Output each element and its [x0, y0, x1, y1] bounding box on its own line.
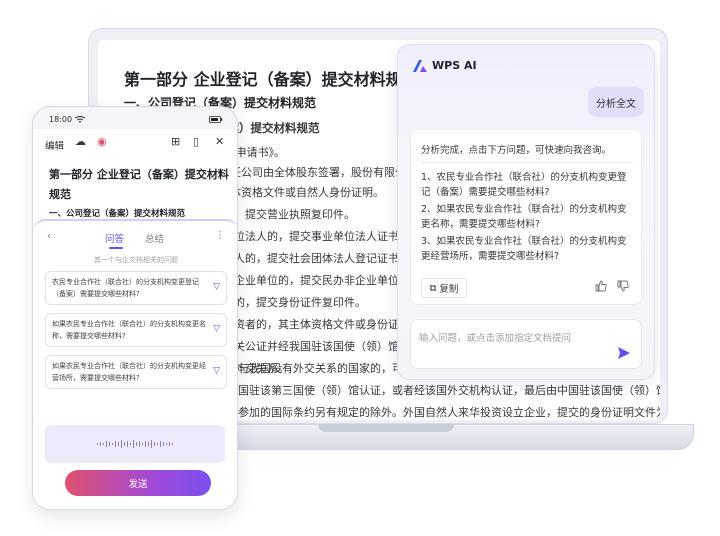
more-icon[interactable]: ⋮ [215, 230, 225, 241]
wps-ai-panel: WPS AI 分析全文 分析完成，点击下方问题，可快速向我咨询。 1、农民专业合… [397, 44, 655, 380]
phone-question-text: 如果农民专业合作社（联合社）的分支机构变更经营场所，需要提交哪些材料? [52, 362, 206, 382]
voice-waveform-icon [97, 440, 173, 448]
chevron-down-icon: ▽ [213, 282, 220, 292]
voice-input-area[interactable] [45, 425, 225, 463]
laptop-notch [318, 424, 454, 432]
ai-answer-card: 分析完成，点击下方问题，可快速向我咨询。 1、农民专业合作社（联合社）的分支机构… [410, 129, 642, 305]
ai-bottom-sheet: ‹ 问答 总结 ⋮ 其一个与企文档相关的问题 农民专业合作社（联合社）的分支机构… [33, 219, 237, 509]
answer-intro: 分析完成，点击下方问题，可快速向我咨询。 [421, 145, 612, 156]
edit-button[interactable]: 编辑 [45, 138, 64, 152]
back-icon[interactable]: ‹ [47, 231, 51, 242]
send-button[interactable]: 发送 [65, 470, 211, 496]
chevron-down-icon: ▽ [213, 324, 220, 334]
close-icon[interactable]: ✕ [215, 135, 224, 148]
document-line: 参加的国际条约另有规定的除外。外国自然人来华投资设立企业，提交的身份证明文件为中… [238, 406, 660, 419]
status-time: 18:00 [49, 115, 73, 124]
document-line: 国驻该第三国使（领）馆认证，或者经该国外交机构认证，最后由中国驻该国使（领）馆认… [238, 384, 660, 397]
phone-hint: 其一个与企文档相关的问题 [94, 256, 178, 264]
copy-icon: ⧉ [429, 282, 437, 294]
wps-ai-title: WPS AI [432, 59, 477, 72]
ai-input-placeholder: 输入问题，或点击添加指定文档提问 [419, 333, 572, 344]
copy-button[interactable]: ⧉ 复制 [421, 278, 467, 298]
suggested-question[interactable]: 2、如果农民专业合作社（联合社）的分支机构变更名称，需要提交哪些材料? [421, 202, 635, 232]
phone-frame: 18:00 编辑 ☁ ◉ ⊞ ▯ ✕ 第一部分 企业登记（备案）提交材料规范 一… [32, 106, 238, 510]
tab-active-indicator [109, 247, 123, 249]
cloud-sync-icon[interactable]: ☁ [75, 135, 86, 148]
phone-question-card[interactable]: 农民专业合作社（联合社）的分支机构变更登记（备案）需要提交哪些材料? ▽ [45, 271, 227, 305]
thumbs-up-icon[interactable] [595, 280, 607, 292]
grid-icon[interactable]: ⊞ [171, 135, 180, 148]
phone-doc-section: 一、公司登记（备案）提交材料规范 [49, 209, 186, 219]
phone-question-card[interactable]: 如果农民专业合作社（联合社）的分支机构变更名称，需要提交哪些材料? ▽ [45, 313, 227, 347]
stage: 第一部分 企业登记（备案）提交材料规范 一、公司登记（备案）提交材料规范 （一）… [0, 0, 720, 536]
thumbs-down-icon[interactable] [617, 280, 629, 292]
phone-question-card[interactable]: 如果农民专业合作社（联合社）的分支机构变更经营场所，需要提交哪些材料? ▽ [45, 355, 227, 389]
user-message-bubble: 分析全文 [588, 87, 644, 117]
phone-toolbar: 编辑 ☁ ◉ ⊞ ▯ ✕ [33, 129, 237, 157]
page-icon[interactable]: ▯ [193, 135, 199, 148]
phone-question-text: 如果农民专业合作社（联合社）的分支机构变更名称，需要提交哪些材料? [52, 320, 206, 340]
send-icon[interactable] [617, 346, 631, 360]
tab-summary[interactable]: 总结 [145, 231, 164, 245]
ai-question-input[interactable]: 输入问题，或点击添加指定文档提问 [410, 319, 642, 369]
phone-question-text: 农民专业合作社（联合社）的分支机构变更登记（备案）需要提交哪些材料? [52, 278, 199, 298]
battery-icon [209, 116, 223, 123]
chevron-down-icon: ▽ [213, 366, 220, 376]
phone-doc-title: 第一部分 企业登记（备案）提交材料规范 [49, 168, 229, 201]
suggested-question[interactable]: 1、农民专业合作社（联合社）的分支机构变更登记（备案）需要提交哪些材料? [421, 170, 635, 200]
tab-qa[interactable]: 问答 [105, 231, 124, 245]
copy-label: 复制 [439, 284, 459, 295]
answer-divider [421, 162, 633, 163]
suggested-question[interactable]: 3、如果农民专业合作社（联合社）的分支机构变更经营场所，需要提交哪些材料? [421, 234, 635, 264]
avatar-icon[interactable]: ◉ [97, 135, 107, 148]
wps-ai-logo-icon [413, 60, 427, 72]
document-title: 第一部分 企业登记（备案）提交材料规范 [124, 70, 418, 89]
wifi-icon [75, 116, 85, 123]
